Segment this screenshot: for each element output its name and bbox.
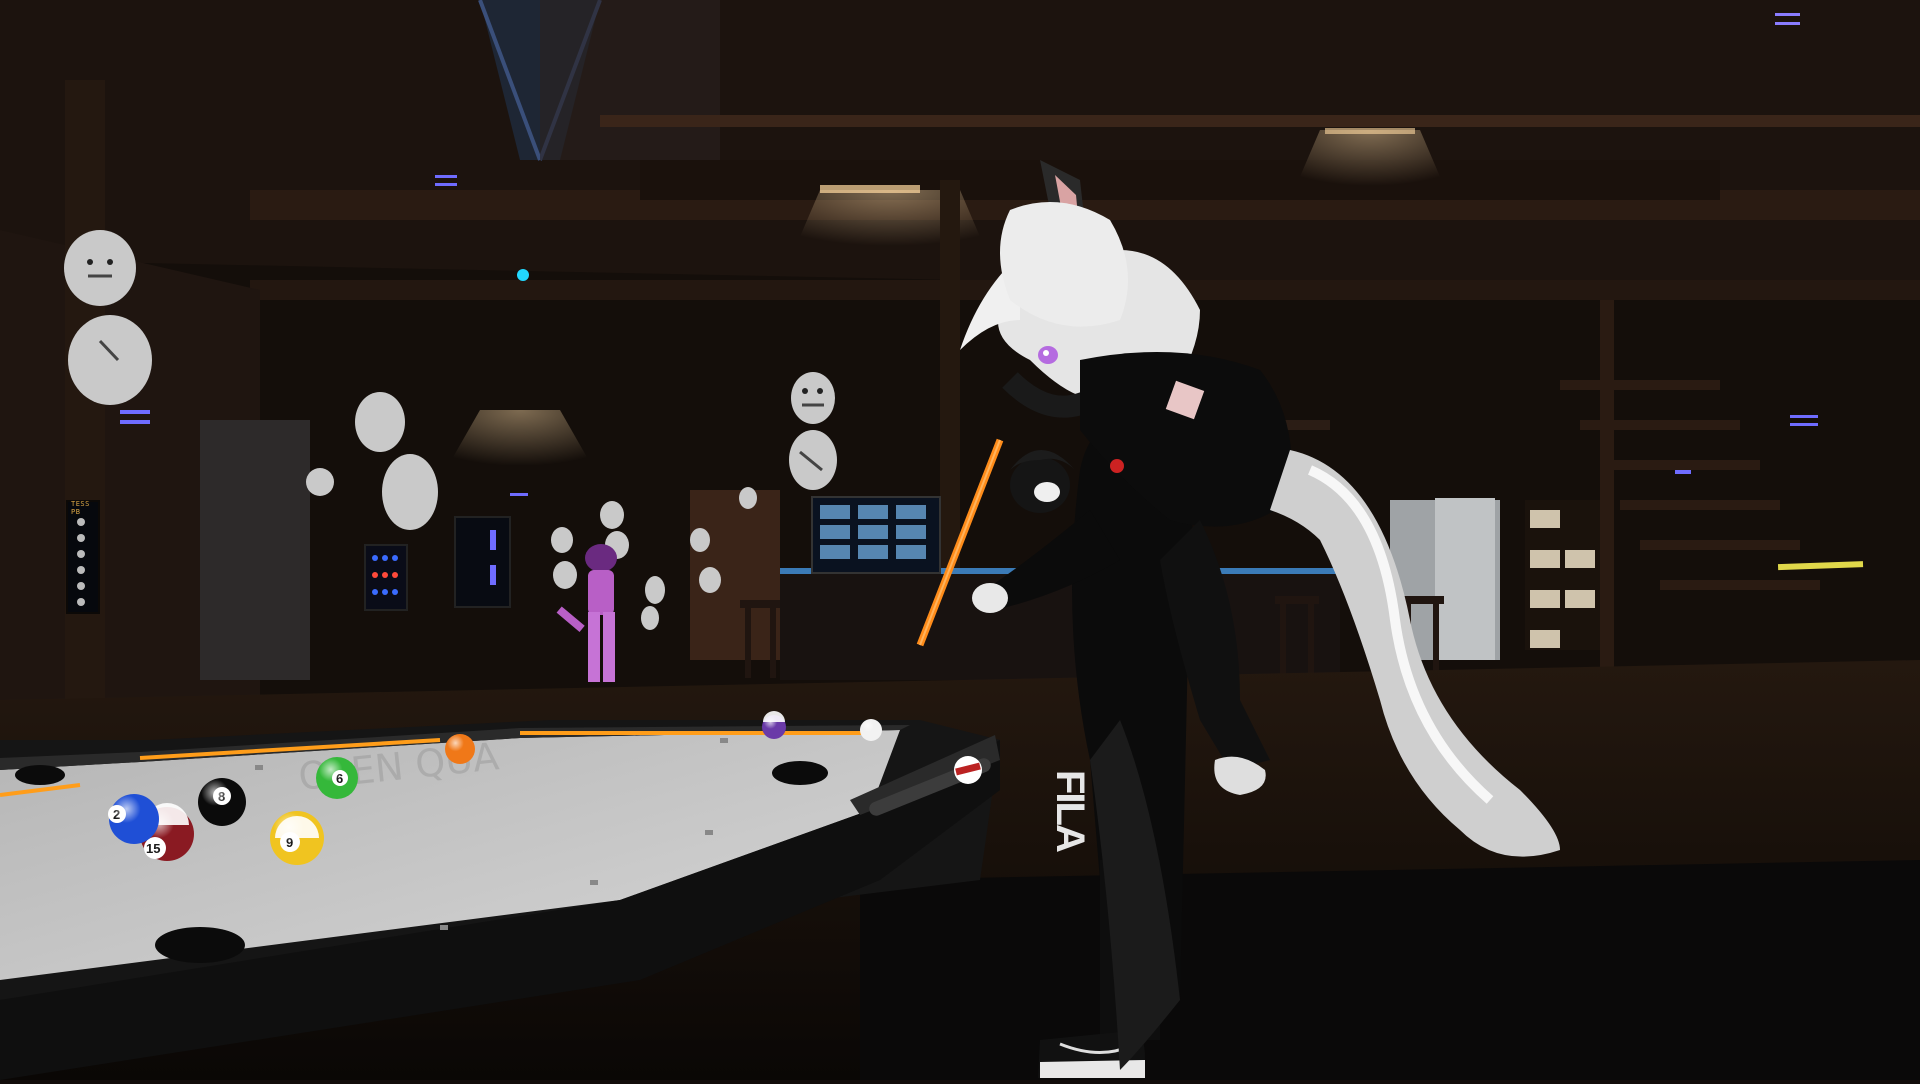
- game-viewport[interactable]: OPEN QUA TESS PB 8 9 15 2 6 FILA: [0, 0, 1920, 1080]
- shirt-logo: FILA: [1048, 770, 1092, 851]
- scene-canvas: OPEN QUA: [0, 0, 1920, 1080]
- panel-buttons[interactable]: [68, 512, 98, 612]
- wall-control-panel[interactable]: TESS PB: [66, 500, 100, 614]
- fridge-right: [1435, 498, 1495, 660]
- doorway: [200, 420, 310, 680]
- storage-shelves: [1525, 500, 1605, 650]
